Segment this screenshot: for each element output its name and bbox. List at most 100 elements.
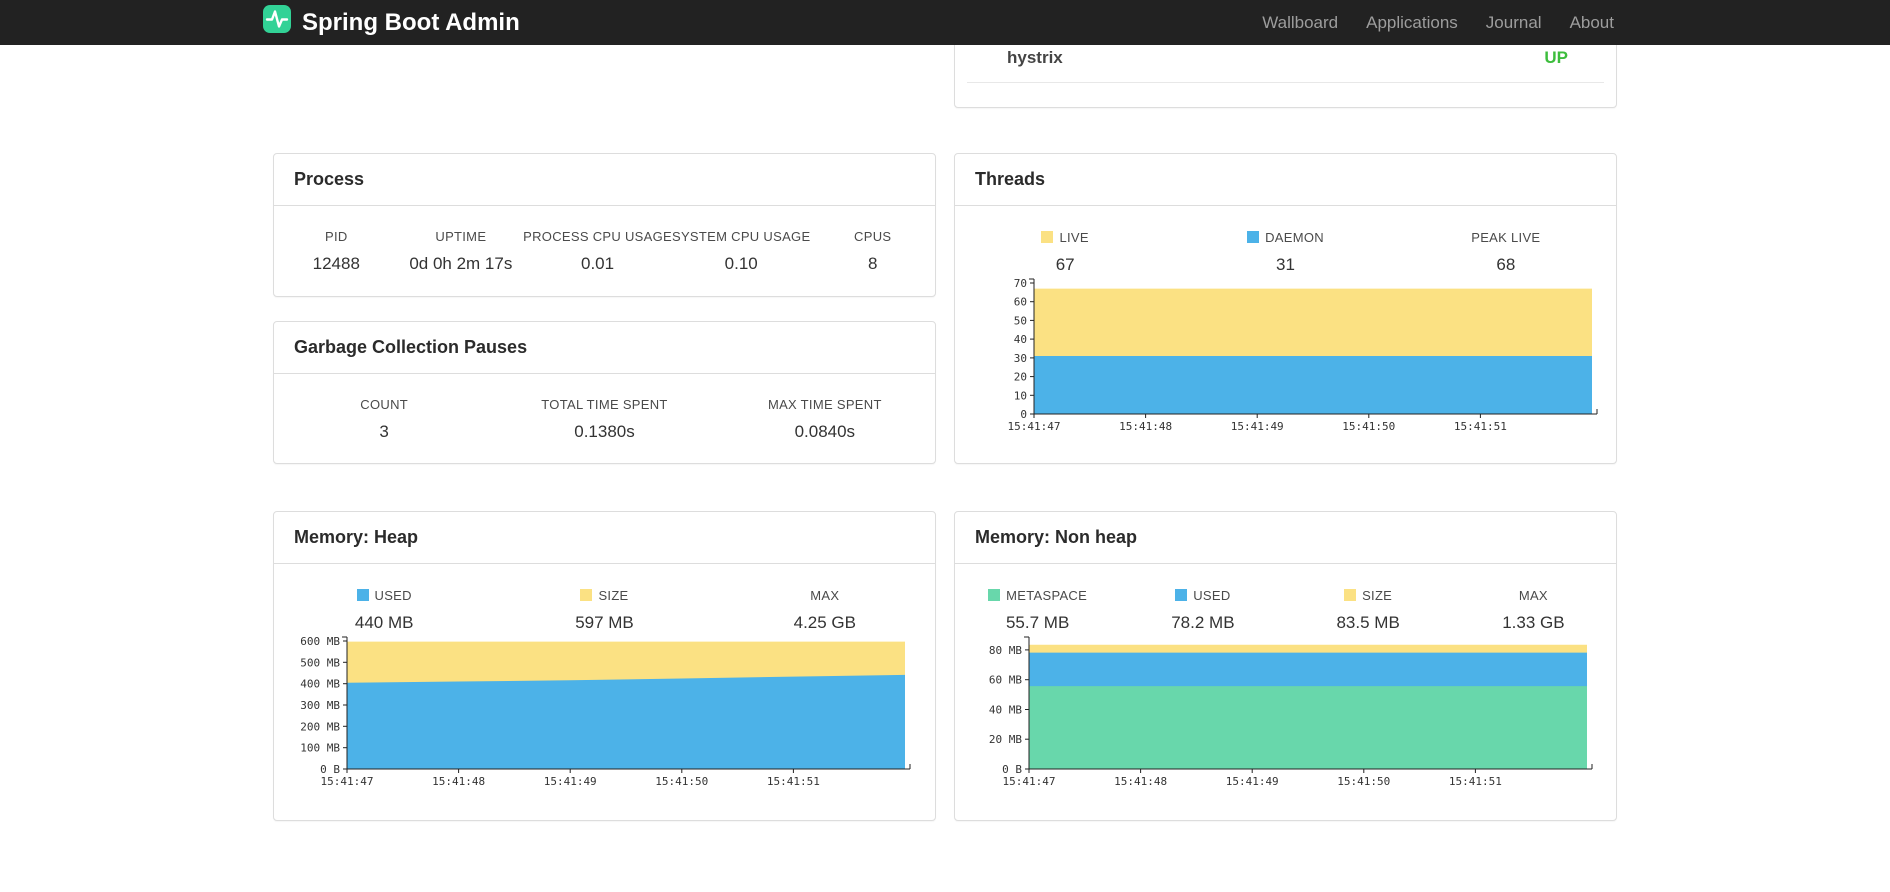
used-swatch [356, 589, 369, 601]
legend-item-live: LIVE 67 [955, 230, 1175, 275]
nonheap-legend: METASPACE 55.7 MB USED 78.2 MB SIZE 83.5… [955, 564, 1616, 633]
legend-value: 68 [1496, 255, 1516, 274]
metric-label: MAX TIME SPENT [767, 397, 882, 412]
svg-text:15:41:50: 15:41:50 [655, 775, 708, 788]
service-name: hystrix [1007, 48, 1063, 67]
nav-item-about[interactable]: About [1556, 13, 1628, 33]
svg-text:60: 60 [1014, 296, 1027, 309]
svg-text:15:41:47: 15:41:47 [321, 775, 374, 788]
legend-value: 4.25 GB [793, 613, 856, 632]
legend-label: METASPACE [955, 588, 1120, 603]
legend-item-daemon: DAEMON 31 [1175, 230, 1395, 275]
legend-text: MAX [810, 588, 840, 603]
svg-text:10: 10 [1014, 389, 1027, 402]
metric-pid: PID 12488 [274, 229, 399, 274]
legend-item-size: SIZE 597 MB [494, 588, 714, 633]
metric-value: 12488 [312, 254, 360, 273]
legend-label: USED [274, 588, 494, 603]
legend-value: 78.2 MB [1171, 613, 1235, 632]
legend-text: USED [374, 588, 412, 603]
heap-panel-title: Memory: Heap [274, 512, 935, 564]
metric-label: PROCESS CPU USAGE [523, 229, 672, 244]
legend-label: MAX [715, 588, 935, 603]
gc-metrics: COUNT 3 TOTAL TIME SPENT 0.1380s MAX TIM… [274, 374, 935, 442]
live-swatch [1041, 231, 1054, 243]
svg-text:60 MB: 60 MB [989, 674, 1022, 687]
svg-text:300 MB: 300 MB [300, 699, 340, 712]
used-swatch [1175, 589, 1188, 601]
metric-gc-count: COUNT 3 [274, 397, 494, 442]
svg-text:15:41:47: 15:41:47 [1008, 420, 1061, 433]
legend-item-size: SIZE 83.5 MB [1286, 588, 1451, 633]
metric-label: COUNT [360, 397, 409, 412]
process-panel: Process PID 12488 UPTIME 0d 0h 2m 17s PR… [273, 153, 936, 297]
metric-gc-total-time: TOTAL TIME SPENT 0.1380s [494, 397, 714, 442]
metric-process-cpu: PROCESS CPU USAGE 0.01 [523, 229, 672, 274]
nav-links: Wallboard Applications Journal About [1248, 13, 1628, 33]
nonheap-panel-title: Memory: Non heap [955, 512, 1616, 564]
svg-text:20: 20 [1014, 371, 1027, 384]
svg-text:70: 70 [1014, 277, 1027, 290]
metric-value: 0.0840s [794, 422, 856, 441]
daemon-swatch [1247, 231, 1260, 243]
size-swatch [1344, 589, 1357, 601]
metric-label: SYSTEM CPU USAGE [671, 229, 811, 244]
nav-item-wallboard[interactable]: Wallboard [1248, 13, 1352, 33]
threads-panel: Threads LIVE 67 DAEMON 31 PEAK LIVE 68 0… [954, 153, 1617, 464]
legend-label: MAX [1451, 588, 1616, 603]
metric-label: UPTIME [435, 229, 487, 244]
row-health: hystrix UP [273, 0, 1617, 108]
size-swatch [580, 589, 593, 601]
svg-text:15:41:48: 15:41:48 [1119, 420, 1172, 433]
metric-label: PID [324, 229, 348, 244]
legend-label: LIVE [955, 230, 1175, 245]
metric-value: 0d 0h 2m 17s [409, 254, 513, 273]
column-left: Process PID 12488 UPTIME 0d 0h 2m 17s PR… [273, 153, 936, 464]
metaspace-swatch [988, 589, 1001, 601]
metric-cpus: CPUS 8 [810, 229, 935, 274]
svg-text:80 MB: 80 MB [989, 644, 1022, 657]
page-content: hystrix UP Process PID 12488 UPTIME 0d 0… [273, 0, 1617, 821]
svg-text:100 MB: 100 MB [300, 742, 340, 755]
heap-panel: Memory: Heap USED 440 MB SIZE 597 MB MAX… [273, 511, 936, 821]
metric-gc-max-time: MAX TIME SPENT 0.0840s [715, 397, 935, 442]
gc-panel: Garbage Collection Pauses COUNT 3 TOTAL … [273, 321, 936, 464]
nonheap-chart: 0 B 20 MB 40 MB 60 MB 80 MB 15:41:47 15:41:48 1… [975, 633, 1616, 791]
legend-label: SIZE [494, 588, 714, 603]
brand-title: Spring Boot Admin [302, 8, 520, 36]
svg-text:40 MB: 40 MB [989, 704, 1022, 717]
svg-text:15:41:50: 15:41:50 [1342, 420, 1395, 433]
svg-text:600 MB: 600 MB [300, 635, 340, 648]
metric-value: 3 [379, 422, 389, 441]
metric-uptime: UPTIME 0d 0h 2m 17s [399, 229, 524, 274]
svg-text:15:41:51: 15:41:51 [1449, 775, 1502, 788]
svg-text:400 MB: 400 MB [300, 678, 340, 691]
legend-label: DAEMON [1175, 230, 1395, 245]
legend-item-used: USED 78.2 MB [1120, 588, 1285, 633]
nav-item-applications[interactable]: Applications [1352, 13, 1472, 33]
svg-text:15:41:51: 15:41:51 [1454, 420, 1507, 433]
nav-item-journal[interactable]: Journal [1472, 13, 1556, 33]
threads-chart: 0 10 20 30 40 50 60 70 15:41:47 15:41:48 15:41:49 1… [980, 275, 1616, 436]
row-main: Process PID 12488 UPTIME 0d 0h 2m 17s PR… [273, 153, 1617, 464]
legend-item-max: MAX 4.25 GB [715, 588, 935, 633]
svg-text:15:41:49: 15:41:49 [1231, 420, 1284, 433]
legend-value: 440 MB [354, 613, 414, 632]
legend-text: MAX [1518, 588, 1548, 603]
threads-legend: LIVE 67 DAEMON 31 PEAK LIVE 68 [955, 206, 1616, 275]
legend-value: 67 [1055, 255, 1075, 274]
svg-text:500 MB: 500 MB [300, 656, 340, 669]
status-badge: UP [1544, 48, 1568, 67]
legend-text: PEAK LIVE [1471, 230, 1541, 245]
navbar: Spring Boot Admin Wallboard Applications… [0, 0, 1890, 45]
heap-chart: 0 B 100 MB 200 MB 300 MB 400 MB 500 MB 600 MB 1… [293, 633, 935, 791]
nonheap-panel: Memory: Non heap METASPACE 55.7 MB USED … [954, 511, 1617, 821]
health-row-hystrix: hystrix UP [967, 48, 1604, 83]
svg-text:15:41:51: 15:41:51 [767, 775, 820, 788]
legend-item-metaspace: METASPACE 55.7 MB [955, 588, 1120, 633]
legend-item-used: USED 440 MB [274, 588, 494, 633]
svg-text:40: 40 [1014, 333, 1027, 346]
legend-text: SIZE [598, 588, 629, 603]
legend-text: SIZE [1362, 588, 1393, 603]
brand[interactable]: Spring Boot Admin [262, 4, 520, 41]
